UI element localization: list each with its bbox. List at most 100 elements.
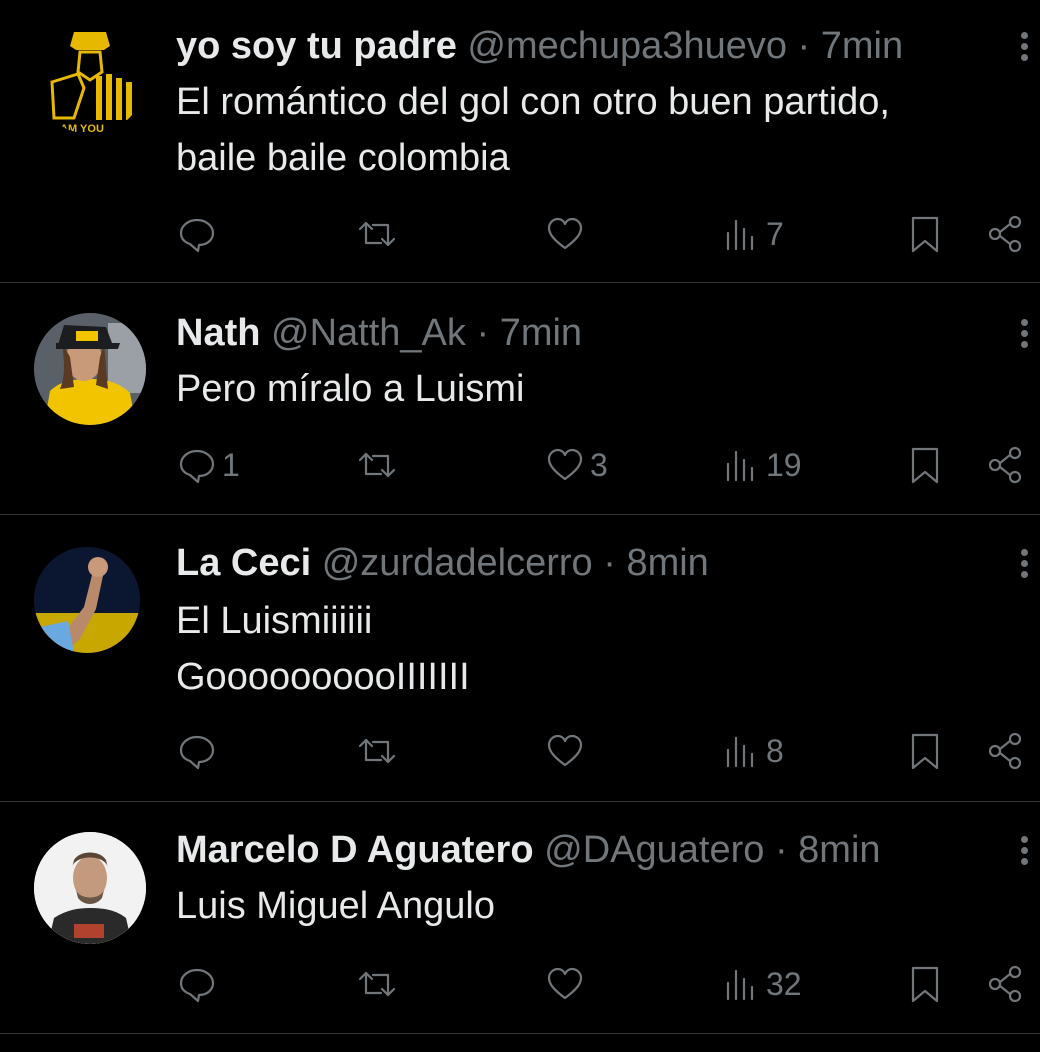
bookmark-icon (911, 733, 939, 770)
share-icon (988, 732, 1022, 770)
like-icon (547, 967, 583, 1000)
bookmark-icon (911, 216, 939, 253)
retweet-button[interactable] (356, 727, 402, 775)
retweet-icon (358, 971, 396, 997)
tweet-header: Nath @Natth_Ak · 7min (176, 309, 582, 357)
user-photo-icon (34, 832, 146, 944)
svg-text:AM YOU: AM YOU (60, 123, 104, 134)
like-icon (547, 448, 583, 481)
bookmark-icon (911, 966, 939, 1003)
more-icon[interactable] (1016, 315, 1032, 355)
handle[interactable]: @zurdadelcerro (322, 542, 593, 584)
share-button[interactable] (984, 210, 1026, 258)
tweet-header: yo soy tu padre @mechupa3huevo · 7min (176, 22, 903, 70)
action-bar: 7 (0, 210, 1040, 258)
avatar[interactable] (34, 832, 146, 944)
bookmark-button[interactable] (904, 210, 946, 258)
like-button[interactable] (544, 210, 590, 258)
retweet-icon (358, 221, 396, 247)
share-icon (988, 446, 1022, 484)
views-icon (726, 219, 754, 251)
share-icon (988, 215, 1022, 253)
tweet-text: Pero míralo a Luismi (176, 361, 524, 417)
display-name[interactable]: Marcelo D Aguatero (176, 829, 534, 871)
avatar[interactable]: AM YOU (34, 22, 146, 134)
tweet-header: Marcelo D Aguatero @DAguatero · 8min (176, 826, 881, 874)
timestamp[interactable]: 8min (626, 542, 708, 584)
tweet-text-line: Luis Miguel Angulo (176, 885, 495, 927)
tweet-text: El Luismiiiiii GoooooooooIIIIIII (176, 593, 470, 705)
views-count: 19 (766, 446, 802, 483)
share-icon (988, 965, 1022, 1003)
user-photo-icon (34, 313, 146, 425)
tweet[interactable]: Marcelo D Aguatero @DAguatero · 8min Lui… (0, 802, 1040, 1034)
handle[interactable]: @mechupa3huevo (467, 25, 787, 67)
separator: · (774, 829, 788, 871)
reply-button[interactable] (176, 960, 222, 1008)
display-name[interactable]: La Ceci (176, 542, 311, 584)
avatar[interactable] (34, 547, 140, 653)
tweet-text: Luis Miguel Angulo (176, 878, 495, 934)
tweet-text-line: El Luismiiiiii (176, 600, 373, 642)
more-icon[interactable] (1016, 545, 1032, 585)
bookmark-icon (911, 447, 939, 484)
display-name[interactable]: Nath (176, 312, 260, 354)
retweet-button[interactable] (356, 210, 402, 258)
like-icon (547, 217, 583, 250)
share-button[interactable] (984, 960, 1026, 1008)
retweet-button[interactable] (356, 960, 402, 1008)
separator: · (603, 542, 616, 584)
tweet-header: La Ceci @zurdadelcerro · 8min (176, 539, 709, 587)
separator: · (797, 25, 811, 67)
retweet-button[interactable] (356, 441, 402, 489)
handle[interactable]: @DAguatero (544, 829, 764, 871)
timestamp[interactable]: 7min (500, 312, 582, 354)
tweet[interactable]: AM YOU yo soy tu padre @mechupa3huevo · … (0, 0, 1040, 283)
retweet-icon (358, 738, 396, 764)
share-button[interactable] (984, 441, 1026, 489)
tweet-text-line: GoooooooooIIIIIII (176, 656, 470, 698)
views-button[interactable]: 8 (720, 727, 784, 775)
tweet[interactable]: La Ceci @zurdadelcerro · 8min El Luismii… (0, 515, 1040, 802)
tweet-text: El romántico del gol con otro buen parti… (176, 74, 890, 186)
bookmark-button[interactable] (904, 441, 946, 489)
reply-button[interactable] (176, 210, 222, 258)
views-count: 7 (766, 215, 784, 252)
raised-fist-photo-icon (34, 547, 140, 653)
views-button[interactable]: 32 (720, 960, 802, 1008)
more-icon[interactable] (1016, 28, 1032, 68)
tweet-text-line: El romántico del gol con otro buen parti… (176, 81, 890, 123)
reply-button[interactable] (176, 727, 222, 775)
timestamp[interactable]: 7min (821, 25, 903, 67)
bookmark-button[interactable] (904, 727, 946, 775)
views-count: 32 (766, 965, 802, 1002)
timestamp[interactable]: 8min (798, 829, 880, 871)
action-bar: 32 (0, 960, 1040, 1008)
retweet-icon (358, 452, 396, 478)
views-icon (726, 736, 754, 768)
tweet[interactable]: Nath @Natth_Ak · 7min Pero míralo a Luis… (0, 283, 1040, 515)
like-button[interactable] (544, 960, 590, 1008)
like-button[interactable] (544, 727, 590, 775)
views-button[interactable]: 19 (720, 441, 802, 489)
separator: · (476, 312, 490, 354)
bookmark-button[interactable] (904, 960, 946, 1008)
reply-icon (179, 735, 215, 770)
reply-button[interactable]: 1 (176, 441, 240, 489)
like-count: 3 (590, 446, 608, 483)
action-bar: 1 3 19 (0, 441, 1040, 489)
more-icon[interactable] (1016, 832, 1032, 872)
views-count: 8 (766, 732, 784, 769)
like-button[interactable]: 3 (544, 441, 608, 489)
reply-count: 1 (222, 446, 240, 483)
handle[interactable]: @Natth_Ak (271, 312, 466, 354)
darth-vader-avatar-icon: AM YOU (50, 32, 132, 134)
reply-icon (179, 968, 215, 1003)
display-name[interactable]: yo soy tu padre (176, 25, 457, 67)
share-button[interactable] (984, 727, 1026, 775)
tweet-text-line: Pero míralo a Luismi (176, 368, 525, 410)
avatar[interactable] (34, 313, 146, 425)
reply-icon (179, 449, 215, 484)
views-button[interactable]: 7 (720, 210, 784, 258)
action-bar: 8 (0, 727, 1040, 775)
